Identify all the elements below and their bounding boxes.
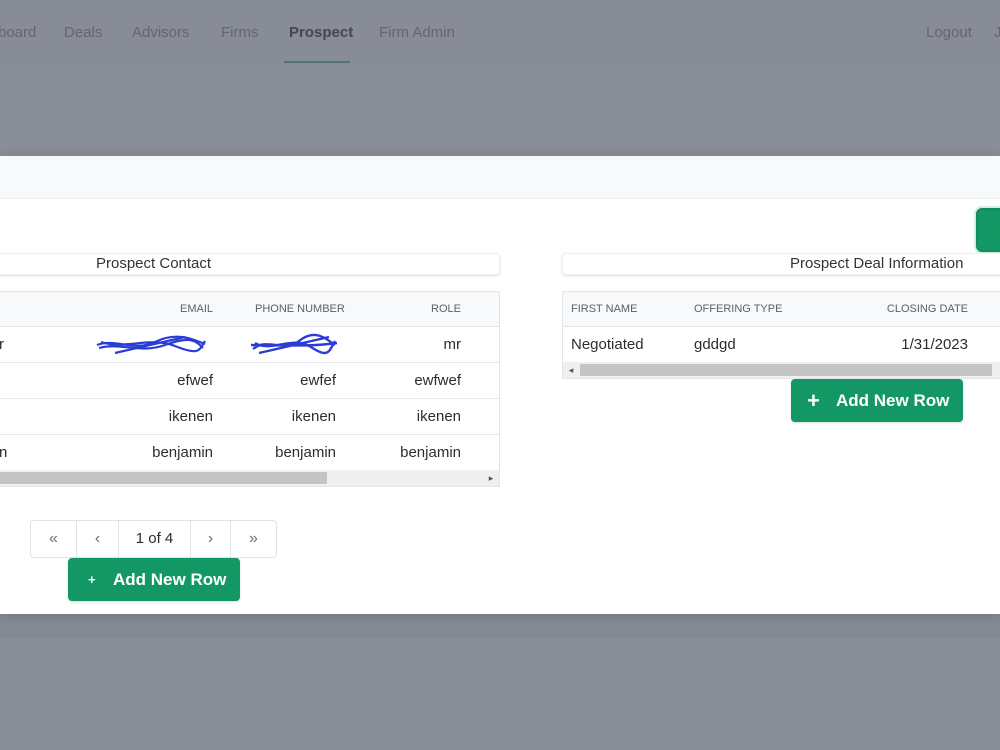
- cell-first: n: [0, 444, 8, 461]
- redacted-email: [96, 335, 206, 355]
- last-page-button[interactable]: »: [231, 521, 276, 557]
- prospect-deal-grid: FIRST NAME OFFERING TYPE CLOSING DATE Ne…: [562, 291, 1000, 379]
- column-header-email[interactable]: EMAIL: [99, 292, 213, 326]
- add-row-label: Add New Row: [113, 570, 227, 589]
- horizontal-scrollbar[interactable]: ◂: [563, 362, 1000, 378]
- scrollbar-thumb[interactable]: [0, 472, 327, 484]
- page-indicator: 1 of 4: [119, 521, 191, 557]
- horizontal-scrollbar[interactable]: ▸: [0, 470, 499, 486]
- column-header-first-name[interactable]: FIRST NAME: [571, 292, 637, 326]
- add-row-label: Add New Row: [836, 391, 950, 410]
- scroll-right-arrow-icon[interactable]: ▸: [483, 470, 499, 486]
- scrollbar-thumb[interactable]: [580, 364, 992, 376]
- cell-email: efwef: [177, 372, 213, 389]
- table-row[interactable]: r mr: [0, 327, 499, 363]
- grid-header: EMAIL PHONE NUMBER ROLE: [0, 292, 499, 327]
- modal-header: [0, 156, 1000, 199]
- prospect-contact-title: Prospect Contact: [0, 253, 500, 275]
- nav-item-prospect[interactable]: Prospect: [289, 24, 353, 41]
- plus-icon: +: [807, 388, 820, 413]
- column-header-closing-date[interactable]: CLOSING DATE: [863, 292, 968, 326]
- cell-first: r: [0, 336, 4, 353]
- cell-phone: benjamin: [275, 444, 336, 461]
- column-header-role[interactable]: ROLE: [379, 292, 461, 326]
- logout-link[interactable]: Logout: [926, 24, 972, 41]
- user-initial[interactable]: J: [994, 24, 1000, 41]
- cell-phone: ewfef: [300, 372, 336, 389]
- table-row[interactable]: n benjamin benjamin benjamin: [0, 435, 499, 470]
- plus-icon: +: [88, 572, 96, 587]
- prospect-modal: Prospect Contact EMAIL PHONE NUMBER ROLE…: [0, 156, 1000, 614]
- cell-first-name: Negotiated: [571, 336, 644, 353]
- cell-email: benjamin: [152, 444, 213, 461]
- top-navigation: board Deals Advisors Firms Prospect Firm…: [0, 0, 1000, 65]
- cell-offering-type: gddgd: [694, 336, 736, 353]
- cell-role: mr: [443, 336, 462, 353]
- scroll-left-arrow-icon[interactable]: ◂: [563, 362, 579, 378]
- column-header-offering-type[interactable]: OFFERING TYPE: [694, 292, 782, 326]
- page-shadow-strip: [0, 614, 1000, 638]
- next-page-button[interactable]: ›: [191, 521, 231, 557]
- nav-item-dashboard[interactable]: board: [0, 24, 36, 41]
- column-header-phone[interactable]: PHONE NUMBER: [255, 292, 345, 326]
- table-row[interactable]: efwef ewfef ewfwef: [0, 363, 499, 399]
- add-contact-row-button[interactable]: + Add New Row: [68, 558, 240, 601]
- table-row[interactable]: ikenen ikenen ikenen: [0, 399, 499, 435]
- table-row[interactable]: Negotiated gddgd 1/31/2023: [563, 327, 1000, 362]
- add-deal-row-button[interactable]: + Add New Row: [791, 379, 963, 422]
- redacted-phone: [250, 333, 338, 355]
- cell-closing-date: 1/31/2023: [901, 336, 968, 353]
- active-tab-indicator: [284, 61, 350, 63]
- prev-page-button[interactable]: ‹: [77, 521, 119, 557]
- page-background: [0, 64, 1000, 156]
- nav-item-deals[interactable]: Deals: [64, 24, 102, 41]
- pagination: « ‹ 1 of 4 › »: [30, 520, 277, 558]
- nav-item-firms[interactable]: Firms: [221, 24, 259, 41]
- cell-role: ewfwef: [414, 372, 461, 389]
- first-page-button[interactable]: «: [31, 521, 77, 557]
- grid-header: FIRST NAME OFFERING TYPE CLOSING DATE: [563, 292, 1000, 327]
- cell-email: ikenen: [168, 408, 213, 425]
- prospect-contact-grid: EMAIL PHONE NUMBER ROLE r mr efwef ewfef…: [0, 291, 500, 487]
- prospect-deal-title: Prospect Deal Information: [562, 253, 1000, 275]
- modal-action-button[interactable]: [976, 208, 1000, 252]
- cell-role: ikenen: [416, 408, 461, 425]
- cell-phone: ikenen: [291, 408, 336, 425]
- nav-item-firm-admin[interactable]: Firm Admin: [379, 24, 455, 41]
- nav-item-advisors[interactable]: Advisors: [132, 24, 190, 41]
- cell-role: benjamin: [400, 444, 461, 461]
